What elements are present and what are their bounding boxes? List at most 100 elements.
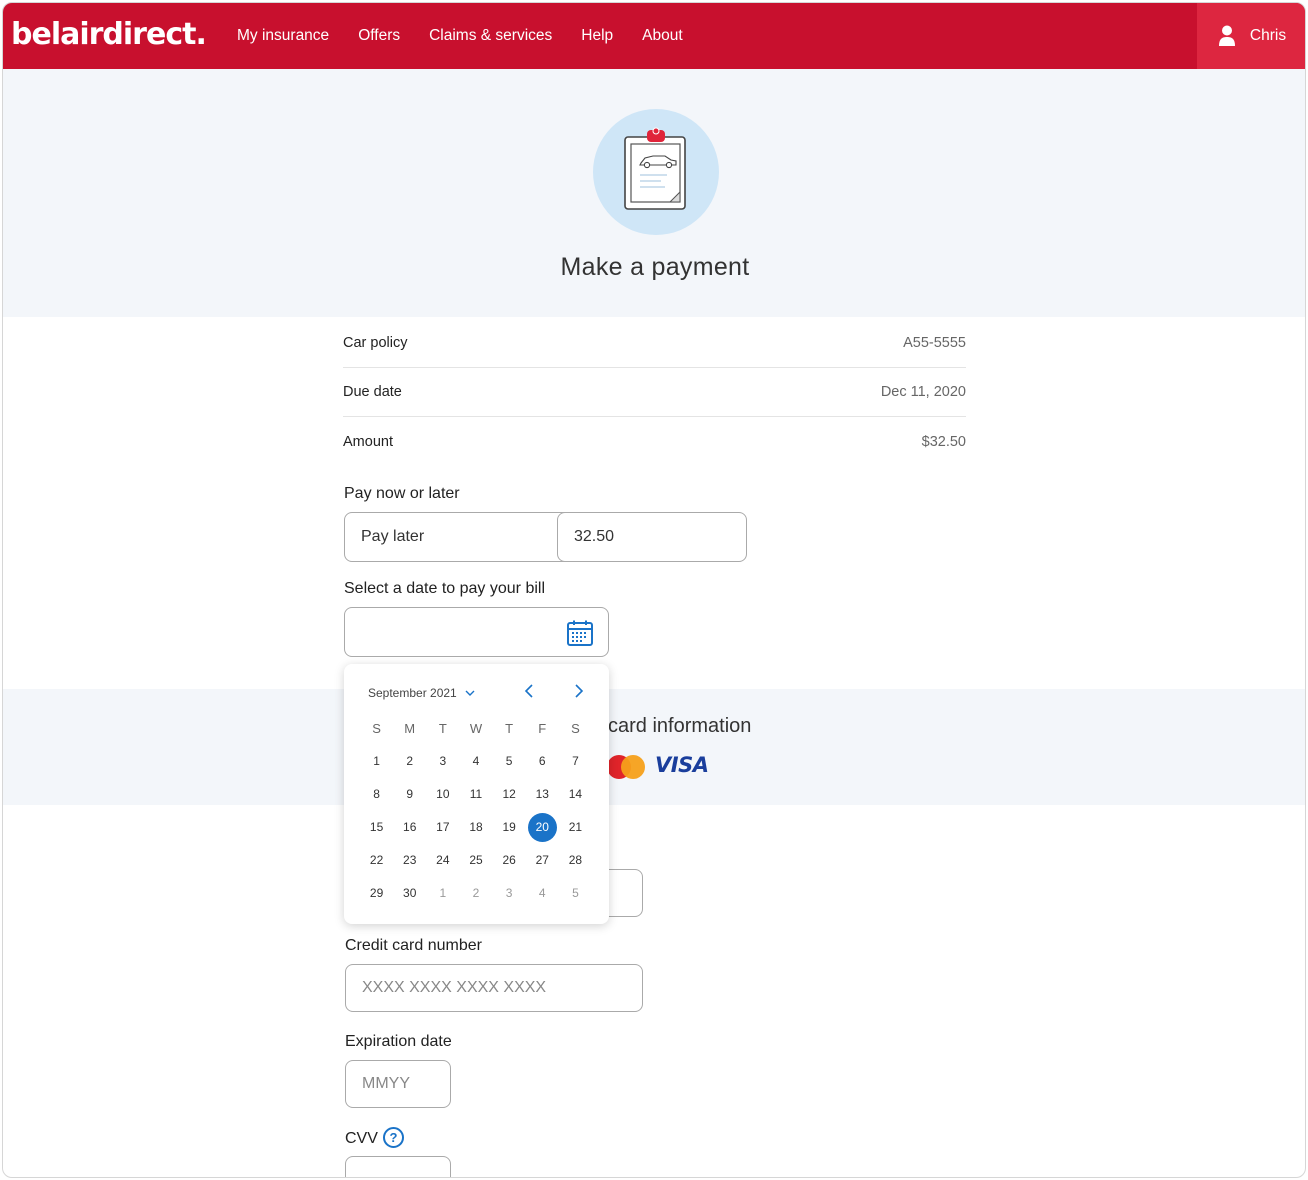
summary-value: Dec 11, 2020	[880, 384, 966, 400]
pay-option-value: Pay later	[361, 528, 425, 545]
payment-amount-value: 32.50	[574, 528, 615, 545]
credit-card-number-placeholder: XXXX XXXX XXXX XXXX	[362, 979, 547, 996]
calendar-day[interactable]: 22	[360, 846, 393, 875]
calendar-day[interactable]: 15	[360, 813, 393, 842]
calendar-day[interactable]: 7	[559, 747, 592, 776]
payment-summary: Car policy A55-5555 Due date Dec 11, 202…	[343, 319, 966, 466]
calendar-day[interactable]: 17	[426, 813, 459, 842]
calendar-day[interactable]: 6	[526, 747, 559, 776]
calendar-day[interactable]: 16	[393, 813, 426, 842]
calendar-day-next-month[interactable]: 4	[526, 879, 559, 908]
calendar-day-next-month[interactable]: 1	[426, 879, 459, 908]
calendar-day[interactable]: 4	[459, 747, 492, 776]
expiration-date-placeholder: MMYY	[362, 1075, 410, 1092]
calendar-day[interactable]: 24	[426, 846, 459, 875]
cvv-help-icon[interactable]: ?	[383, 1127, 404, 1148]
weekday-label: S	[372, 721, 381, 736]
credit-card-number-input[interactable]: XXXX XXXX XXXX XXXX	[345, 964, 643, 1012]
calendar-day[interactable]: 14	[559, 780, 592, 809]
weekday-label: T	[505, 721, 514, 736]
calendar-day[interactable]: 18	[459, 813, 492, 842]
payment-date-label: Select a date to pay your bill	[344, 580, 546, 597]
summary-label: Amount	[343, 433, 393, 450]
visa-logo: VISA	[655, 753, 709, 777]
calendar-day[interactable]: 2	[393, 747, 426, 776]
chevron-down-icon	[465, 690, 475, 696]
user-icon	[1218, 25, 1235, 46]
summary-label: Due date	[343, 384, 402, 400]
nav-help[interactable]: Help	[581, 27, 613, 45]
payment-date-input[interactable]	[344, 607, 609, 657]
weekday-header: S M T W T F S	[360, 712, 592, 745]
belairdirect-logo[interactable]: belairdirect.	[11, 17, 207, 52]
nav-about[interactable]: About	[642, 27, 683, 45]
weekday-label: W	[469, 721, 483, 736]
summary-row-policy: Car policy A55-5555	[343, 319, 966, 368]
nav-claims-services[interactable]: Claims & services	[429, 27, 552, 45]
calendar-grid: S M T W T F S 1 2 3 4 5 6 7 8 9 10 11 12…	[360, 712, 592, 910]
pay-now-or-later-label: Pay now or later	[344, 485, 460, 502]
calendar-week: 29 30 1 2 3 4 5	[360, 877, 592, 910]
summary-value: A55-5555	[903, 335, 966, 351]
calendar-day[interactable]: 27	[526, 846, 559, 875]
cvv-input[interactable]	[345, 1156, 451, 1177]
month-year-selector[interactable]: September 2021	[368, 686, 475, 700]
page-title: Make a payment	[560, 253, 750, 281]
mastercard-logo-icon	[607, 755, 645, 779]
app-frame: belairdirect. My insurance Offers Claims…	[2, 2, 1306, 1178]
weekday-label: T	[438, 721, 447, 736]
nav-my-insurance[interactable]: My insurance	[237, 27, 329, 45]
card-information-band	[3, 689, 1305, 805]
main-nav: My insurance Offers Claims & services He…	[237, 3, 683, 69]
next-month-icon[interactable]	[572, 682, 586, 700]
calendar-day-selected[interactable]: 20	[527, 813, 557, 842]
calendar-day-next-month[interactable]: 2	[459, 879, 492, 908]
previous-month-icon[interactable]	[522, 682, 536, 700]
calendar-week: 22 23 24 25 26 27 28	[360, 844, 592, 877]
calendar-day[interactable]: 26	[493, 846, 526, 875]
top-navigation-bar: belairdirect. My insurance Offers Claims…	[3, 3, 1305, 69]
calendar-day[interactable]: 21	[559, 813, 592, 842]
card-information-title: card information	[608, 715, 752, 737]
calendar-day[interactable]: 13	[526, 780, 559, 809]
calendar-day[interactable]: 29	[360, 879, 393, 908]
payment-amount-input[interactable]: 32.50	[557, 512, 747, 562]
calendar-day[interactable]: 11	[459, 780, 492, 809]
calendar-month-label: September 2021	[368, 686, 457, 700]
expiration-date-label: Expiration date	[345, 1033, 452, 1050]
page-hero: Make a payment	[3, 69, 1305, 317]
calendar-icon[interactable]	[566, 619, 594, 647]
weekday-label: S	[571, 721, 580, 736]
calendar-day[interactable]: 30	[393, 879, 426, 908]
calendar-week: 8 9 10 11 12 13 14	[360, 778, 592, 811]
summary-row-amount: Amount $32.50	[343, 417, 966, 466]
weekday-label: M	[404, 721, 416, 736]
calendar-day[interactable]: 25	[459, 846, 492, 875]
calendar-day[interactable]: 9	[393, 780, 426, 809]
calendar-day[interactable]: 10	[426, 780, 459, 809]
calendar-day[interactable]: 19	[493, 813, 526, 842]
policy-clipboard-illustration	[593, 109, 719, 235]
summary-row-due-date: Due date Dec 11, 2020	[343, 368, 966, 417]
summary-label: Car policy	[343, 335, 408, 351]
calendar-week: 1 2 3 4 5 6 7	[360, 745, 592, 778]
nav-offers[interactable]: Offers	[358, 27, 400, 45]
credit-card-number-label: Credit card number	[345, 937, 482, 954]
calendar-day-next-month[interactable]: 3	[493, 879, 526, 908]
calendar-day[interactable]: 1	[360, 747, 393, 776]
weekday-label: F	[538, 721, 547, 736]
user-menu-button[interactable]: Chris	[1197, 3, 1305, 69]
calendar-week: 15 16 17 18 19 20 21	[360, 811, 592, 844]
calendar-day[interactable]: 23	[393, 846, 426, 875]
expiration-date-input[interactable]: MMYY	[345, 1060, 451, 1108]
summary-value: $32.50	[921, 433, 966, 450]
clipboard-car-icon	[624, 127, 686, 210]
user-name: Chris	[1249, 27, 1287, 44]
date-picker-popup: September 2021 S M T W T F S 1 2 3 4 5 6…	[344, 664, 609, 924]
calendar-day-next-month[interactable]: 5	[559, 879, 592, 908]
calendar-day[interactable]: 3	[426, 747, 459, 776]
calendar-day[interactable]: 5	[493, 747, 526, 776]
calendar-day[interactable]: 12	[493, 780, 526, 809]
calendar-day[interactable]: 8	[360, 780, 393, 809]
calendar-day[interactable]: 28	[559, 846, 592, 875]
